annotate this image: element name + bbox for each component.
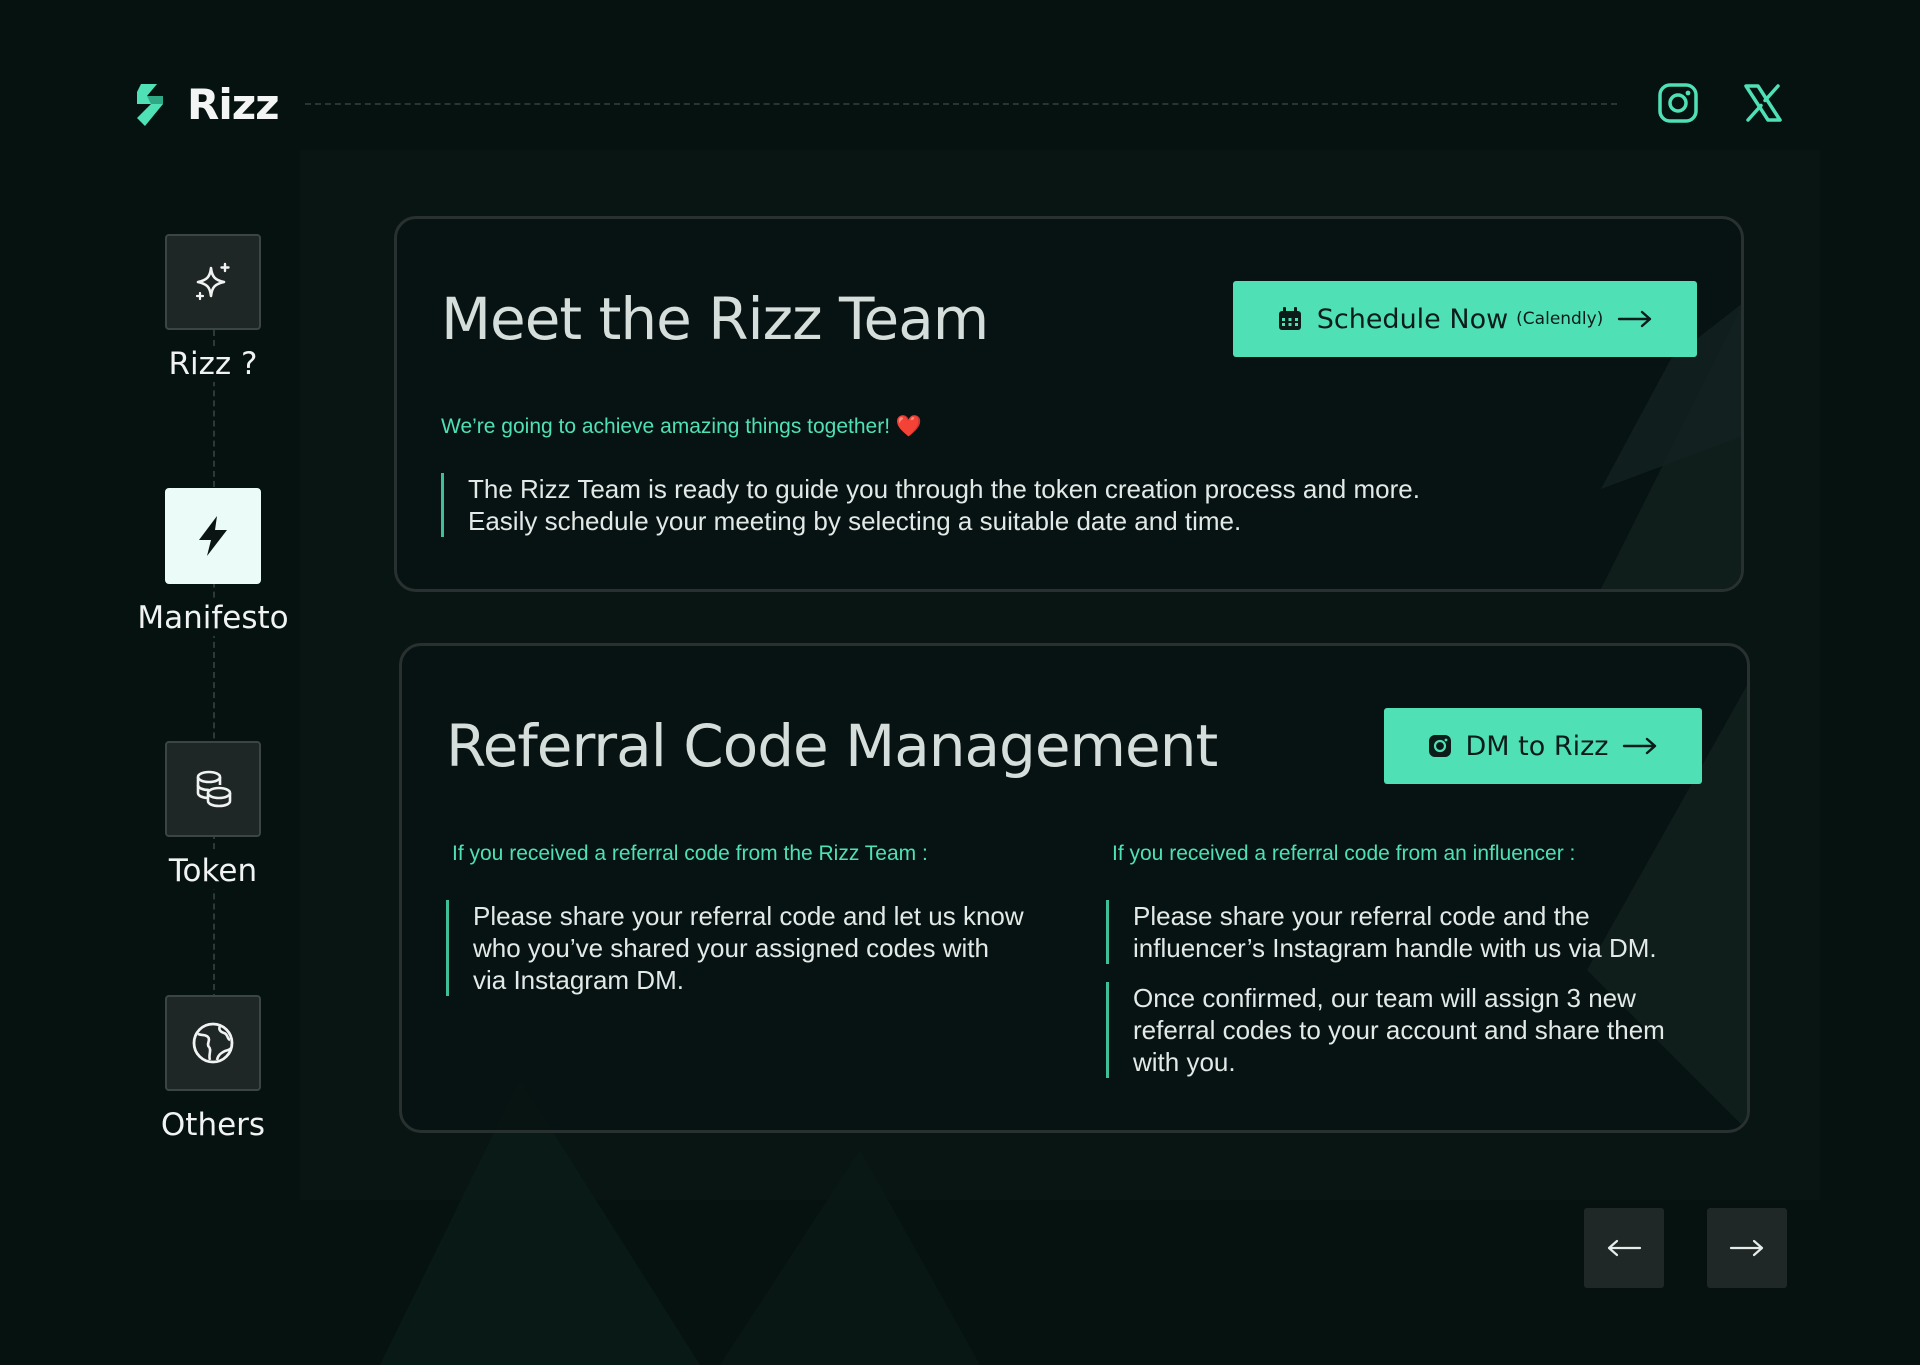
meet-description-line: The Rizz Team is ready to guide you thro… xyxy=(468,474,1420,504)
sidebar-item-label: Manifesto xyxy=(131,600,295,636)
sidebar-item-label: Token xyxy=(162,853,264,889)
meet-description: The Rizz Team is ready to guide you thro… xyxy=(441,473,1541,537)
tagline: We’re going to achieve amazing things to… xyxy=(441,415,923,438)
lightning-icon xyxy=(199,516,227,556)
schedule-now-label: Schedule Now xyxy=(1316,303,1509,335)
instagram-icon xyxy=(1658,83,1698,123)
next-page-button[interactable] xyxy=(1707,1208,1787,1288)
arrow-right-icon xyxy=(1729,1239,1764,1257)
brand-name: Rizz xyxy=(187,80,280,129)
header-divider xyxy=(305,103,1617,105)
arrow-left-icon xyxy=(1607,1239,1642,1257)
brand-logo[interactable]: Rizz xyxy=(133,80,280,129)
sidebar-item-rizz[interactable]: Rizz ? xyxy=(115,234,311,382)
dm-to-rizz-label: DM to Rizz xyxy=(1465,730,1609,762)
sidebar-item-label: Others xyxy=(154,1107,272,1143)
referral-team-heading: If you received a referral code from the… xyxy=(452,842,928,865)
page-title: Meet the Rizz Team xyxy=(441,285,989,353)
sidebar-item-label: Rizz ? xyxy=(162,346,264,382)
referral-influencer-heading: If you received a referral code from an … xyxy=(1112,842,1576,865)
nav-connector xyxy=(213,330,215,1000)
schedule-now-sublabel: (Calendly) xyxy=(1516,309,1604,329)
instagram-icon xyxy=(1428,735,1451,757)
sidebar-item-others[interactable]: Others xyxy=(115,995,311,1143)
meet-description-line: Easily schedule your meeting by selectin… xyxy=(468,506,1242,536)
calendar-icon xyxy=(1278,307,1301,330)
referral-influencer-instructions: Please share your referral code and the … xyxy=(1106,900,1726,964)
nav-icon-box xyxy=(165,488,261,584)
arrow-right-icon xyxy=(1623,737,1657,755)
nav-icon-box xyxy=(165,995,261,1091)
sparkle-icon xyxy=(195,262,230,301)
schedule-now-button[interactable]: Schedule Now (Calendly) xyxy=(1233,281,1697,357)
instagram-link[interactable] xyxy=(1655,80,1701,126)
rizz-logo-icon xyxy=(137,83,163,126)
sidebar-item-token[interactable]: Token xyxy=(115,741,311,889)
coins-icon xyxy=(196,770,232,808)
nav-icon-box xyxy=(165,234,261,330)
sidebar-item-manifesto[interactable]: Manifesto xyxy=(115,488,311,636)
previous-page-button[interactable] xyxy=(1584,1208,1664,1288)
dm-to-rizz-button[interactable]: DM to Rizz xyxy=(1384,708,1702,784)
referral-team-instructions: Please share your referral code and let … xyxy=(446,900,1026,996)
arrow-right-icon xyxy=(1618,310,1652,328)
globe-icon xyxy=(192,1022,234,1064)
referral-confirmation-note: Once confirmed, our team will assign 3 n… xyxy=(1106,982,1706,1078)
section-title: Referral Code Management xyxy=(446,712,1218,780)
nav-icon-box xyxy=(165,741,261,837)
referral-card: Referral Code Management DM to Rizz If y… xyxy=(399,643,1750,1133)
x-twitter-icon xyxy=(1744,84,1782,122)
meet-team-card: Meet the Rizz Team Schedule Now (Calendl… xyxy=(394,216,1744,592)
x-twitter-link[interactable] xyxy=(1740,80,1786,126)
